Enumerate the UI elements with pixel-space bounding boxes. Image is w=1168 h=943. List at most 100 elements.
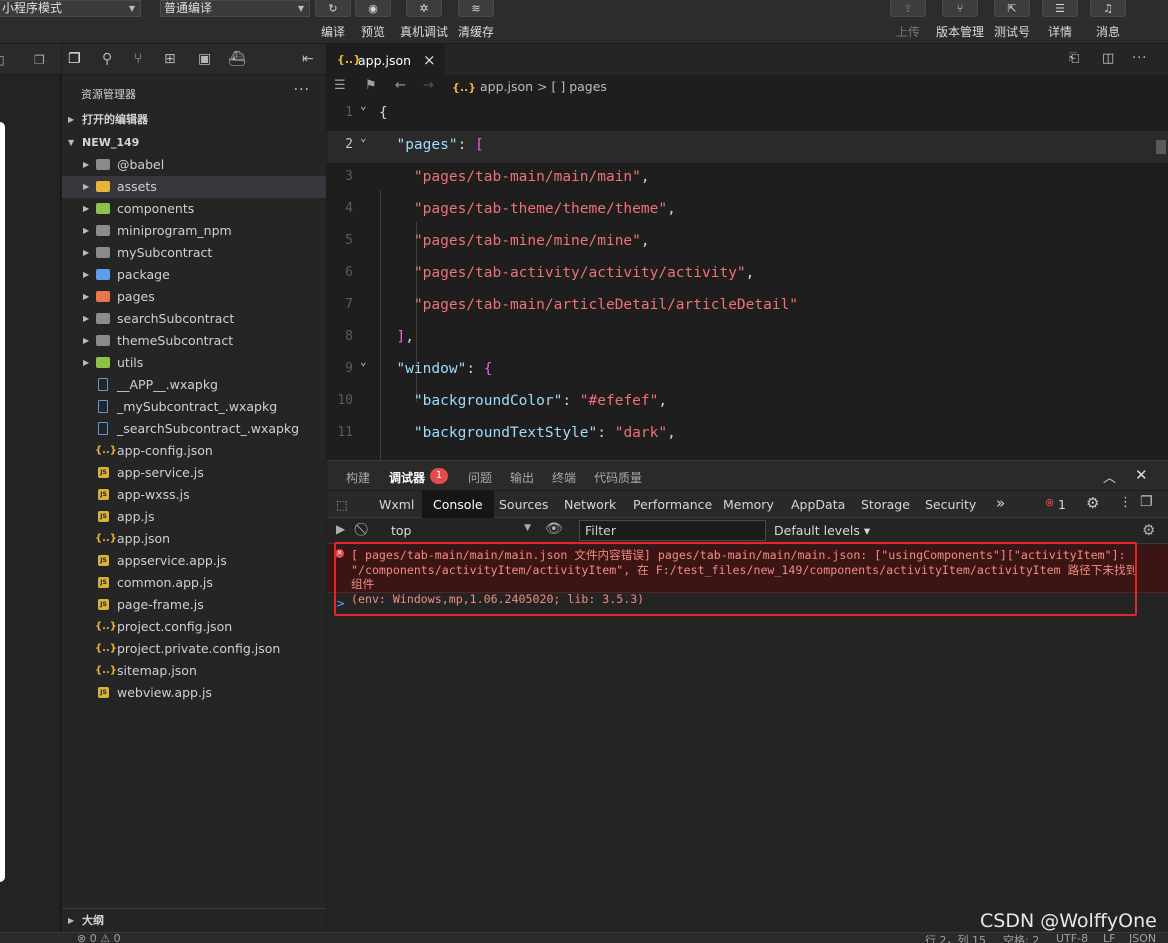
code-line[interactable]: 11 "backgroundTextStyle": "dark", xyxy=(327,419,1168,451)
tab-sources[interactable]: Sources xyxy=(499,497,548,512)
code-line[interactable]: 10 "backgroundColor": "#efefef", xyxy=(327,387,1168,419)
open-editors-section[interactable]: ▶ 打开的编辑器 xyxy=(62,109,326,131)
code-line[interactable]: 3 "pages/tab-main/main/main", xyxy=(327,163,1168,195)
version-manage-button[interactable]: ⑂ 版本管理 xyxy=(934,0,986,44)
tab-appdata[interactable]: AppData xyxy=(791,497,845,512)
folder-item[interactable]: ▶ package xyxy=(62,264,326,286)
mode-select[interactable]: 小程序模式 ▼ xyxy=(0,0,141,17)
code-line[interactable]: 2 ⌄ "pages": [ xyxy=(327,131,1168,163)
tab-debugger[interactable]: 调试器 xyxy=(389,469,425,486)
file-item[interactable]: {..} project.config.json xyxy=(62,616,326,638)
list-icon[interactable]: ☰ xyxy=(334,78,346,93)
details-button[interactable]: ☰ 详情 xyxy=(1040,0,1080,44)
console-settings-gear-icon[interactable]: ⚙ xyxy=(1142,521,1155,539)
file-item[interactable]: JS app.js xyxy=(62,506,326,528)
folder-item[interactable]: ▶ miniprogram_npm xyxy=(62,220,326,242)
messages-button[interactable]: ♫ 消息 xyxy=(1088,0,1128,44)
folder-item[interactable]: ▶ themeSubcontract xyxy=(62,330,326,352)
file-item[interactable]: {..} sitemap.json xyxy=(62,660,326,682)
project-section[interactable]: ▼ NEW_149 xyxy=(62,132,326,154)
code-line[interactable]: 5 "pages/tab-mine/mine/mine", xyxy=(327,227,1168,259)
remote-debug-button[interactable]: ✲ 真机调试 xyxy=(398,0,450,44)
tab-console[interactable]: Console xyxy=(422,491,494,518)
eye-icon[interactable]: 👁 xyxy=(545,521,563,537)
file-item[interactable]: {..} app.json xyxy=(62,528,326,550)
tab-terminal[interactable]: 终端 xyxy=(552,469,576,486)
file-item[interactable]: _searchSubcontract_.wxapkg xyxy=(62,418,326,440)
folder-item[interactable]: ▶ utils xyxy=(62,352,326,374)
file-item[interactable]: JS common.app.js xyxy=(62,572,326,594)
fold-chevron-icon[interactable]: ⌄ xyxy=(360,355,367,368)
compile-select[interactable]: 普通编译 ▼ xyxy=(160,0,310,17)
code-line[interactable]: 1 ⌄ { xyxy=(327,99,1168,131)
encoding-indicator[interactable]: UTF-8 xyxy=(1056,933,1088,943)
tab-problems[interactable]: 问题 xyxy=(468,469,492,486)
file-item[interactable]: JS app-wxss.js xyxy=(62,484,326,506)
window-icon[interactable]: ❐ xyxy=(34,53,45,67)
folder-item[interactable]: ▶ assets xyxy=(62,176,326,198)
dock-icon[interactable]: ❐ xyxy=(1140,494,1153,510)
tab-output[interactable]: 输出 xyxy=(510,469,534,486)
tab-security[interactable]: Security xyxy=(925,497,976,512)
folder-item[interactable]: ▶ searchSubcontract xyxy=(62,308,326,330)
simulator-screen[interactable] xyxy=(0,122,5,882)
folder-item[interactable]: ▶ pages xyxy=(62,286,326,308)
folder-item[interactable]: ▶ components xyxy=(62,198,326,220)
file-item[interactable]: {..} app-config.json xyxy=(62,440,326,462)
search-icon[interactable]: ⚲ xyxy=(102,51,112,67)
extensions-icon[interactable]: ⊞ xyxy=(164,51,176,67)
language-indicator[interactable]: JSON xyxy=(1129,933,1156,943)
eol-indicator[interactable]: LF xyxy=(1103,933,1115,943)
file-item[interactable]: __APP__.wxapkg xyxy=(62,374,326,396)
tab-wxml[interactable]: Wxml xyxy=(379,497,414,512)
outline-header[interactable]: ▶ 大纲 xyxy=(62,910,326,932)
preview-button[interactable]: ◉ 预览 xyxy=(354,0,392,44)
code-area[interactable]: 1 ⌄{2 ⌄ "pages": [3 "pages/tab-main/main/m… xyxy=(327,99,1168,460)
code-line[interactable]: 9 ⌄ "window": { xyxy=(327,355,1168,387)
settings-gear-icon[interactable]: ⚙ xyxy=(1086,494,1099,512)
compile-button[interactable]: ↻ 编译 xyxy=(314,0,352,44)
more-tabs-icon[interactable]: » xyxy=(996,494,1005,512)
sidebar-toggle-icon[interactable]: ▶ xyxy=(336,522,345,536)
forward-arrow-icon[interactable]: → xyxy=(423,78,434,93)
tab-code-quality[interactable]: 代码质量 xyxy=(594,469,642,486)
kebab-menu-icon[interactable]: ⋮ xyxy=(1119,495,1132,510)
file-item[interactable]: JS app-service.js xyxy=(62,462,326,484)
fold-chevron-icon[interactable]: ⌄ xyxy=(360,131,367,144)
tab-app-json[interactable]: {..} app.json × xyxy=(327,44,445,75)
context-select[interactable]: top ▼ xyxy=(391,523,531,539)
problems-indicator[interactable]: ⊗ 0 ⚠ 0 xyxy=(77,933,121,943)
tab-network[interactable]: Network xyxy=(564,497,616,512)
tab-performance[interactable]: Performance xyxy=(633,497,712,512)
file-item[interactable]: JS appservice.app.js xyxy=(62,550,326,572)
cursor-position[interactable]: 行 2，列 15 xyxy=(925,933,986,943)
chevron-up-icon[interactable]: ︿ xyxy=(1103,467,1116,486)
code-line[interactable]: 7 "pages/tab-main/articleDetail/articleD… xyxy=(327,291,1168,323)
filter-input[interactable] xyxy=(579,520,766,541)
file-item[interactable]: {..} project.private.config.json xyxy=(62,638,326,660)
error-count-icon[interactable]: ⊗ xyxy=(1045,496,1054,509)
test-account-button[interactable]: ⇱ 测试号 xyxy=(991,0,1033,44)
tab-build[interactable]: 构建 xyxy=(346,469,370,486)
code-line[interactable]: 8 ], xyxy=(327,323,1168,355)
breadcrumb-path[interactable]: {..} app.json > [ ] pages xyxy=(452,79,607,94)
file-item[interactable]: JS page-frame.js xyxy=(62,594,326,616)
source-control-icon[interactable]: ⑂ xyxy=(134,51,142,67)
simulator-icon[interactable]: ▯ xyxy=(0,53,5,67)
more-icon[interactable]: ··· xyxy=(294,82,310,98)
split-editor-icon[interactable]: ◫ xyxy=(1102,51,1114,66)
folder-item[interactable]: ▶ @babel xyxy=(62,154,326,176)
back-arrow-icon[interactable]: ← xyxy=(395,78,406,93)
docker-icon[interactable]: ⛴ xyxy=(228,51,246,67)
editor-scrollbar[interactable] xyxy=(1156,140,1166,154)
outline-section[interactable]: ▶ 大纲 xyxy=(62,908,326,932)
file-item[interactable]: JS webview.app.js xyxy=(62,682,326,704)
cloud-icon[interactable]: ▣ xyxy=(198,51,211,67)
files-icon[interactable]: ❐ xyxy=(68,51,81,67)
inspect-element-icon[interactable]: ⬚ xyxy=(336,497,348,512)
code-line[interactable]: 4 "pages/tab-theme/theme/theme", xyxy=(327,195,1168,227)
bookmark-icon[interactable]: ⚑ xyxy=(365,78,377,93)
folder-item[interactable]: ▶ mySubcontract xyxy=(62,242,326,264)
more-actions-icon[interactable]: ··· xyxy=(1132,51,1147,66)
tab-storage[interactable]: Storage xyxy=(861,497,910,512)
